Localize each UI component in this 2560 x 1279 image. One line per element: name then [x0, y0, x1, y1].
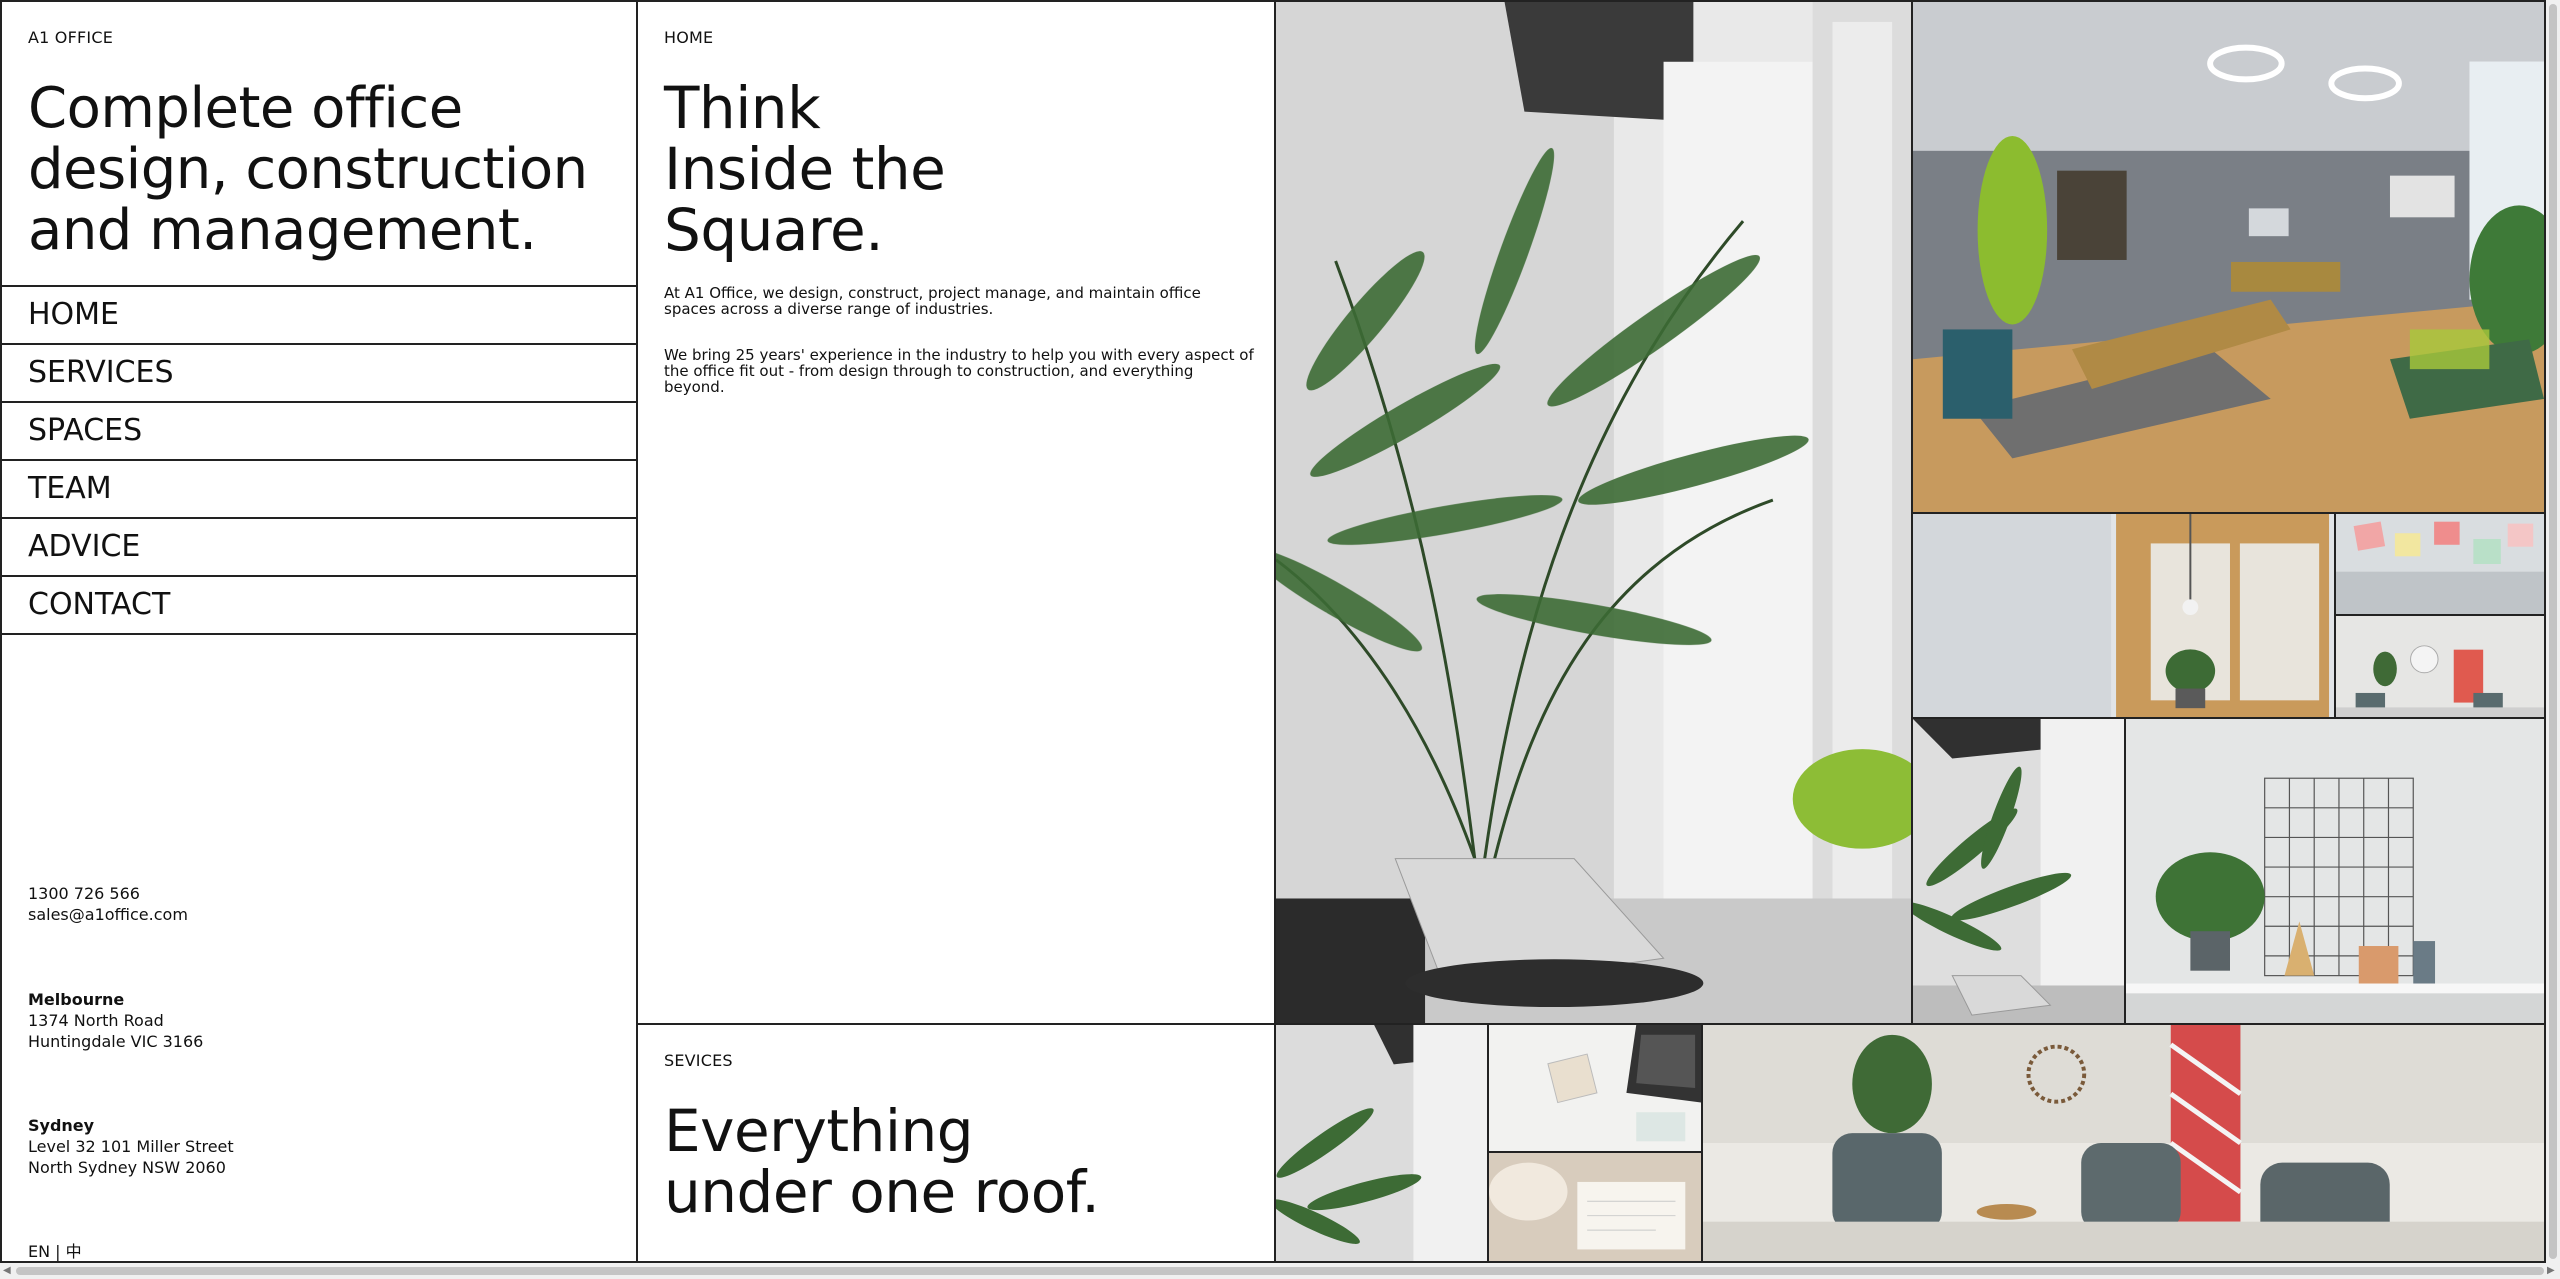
meeting-room-image [2336, 616, 2544, 717]
photo-meeting-room [2334, 614, 2546, 719]
photo-plant-corner [1274, 1023, 1489, 1263]
office-address-line: Huntingdale VIC 3166 [28, 1032, 204, 1051]
page: A1 OFFICE Complete office design, constr… [0, 0, 2546, 1263]
grey-chairs-image [1703, 1025, 2544, 1261]
office-city: Melbourne [28, 990, 125, 1009]
grid-wall-image [2126, 719, 2544, 1023]
brand-logo-text[interactable]: A1 OFFICE [28, 28, 113, 47]
headline-line: under one roof. [664, 1158, 1100, 1226]
home-headline: Think Inside the Square. [664, 74, 946, 264]
nav-contact[interactable]: CONTACT [2, 575, 636, 635]
lang-separator: | [55, 1242, 61, 1261]
nav-spaces[interactable]: SPACES [2, 401, 636, 459]
services-headline: Everything under one roof. [664, 1097, 1100, 1226]
contact-block: 1300 726 566 sales@a1office.com [28, 883, 188, 925]
wood-cabinet-image [1913, 514, 2334, 717]
home-section: HOME Think Inside the Square. At A1 Offi… [636, 0, 1276, 1025]
services-section: SEVICES Everything under one roof. [636, 1023, 1276, 1263]
tagline: Complete office design, construction and… [28, 76, 588, 263]
scroll-left-icon[interactable]: ◀ [3, 1266, 13, 1276]
horizontal-scroll-thumb[interactable] [16, 1267, 2544, 1275]
email-link[interactable]: sales@a1office.com [28, 904, 188, 925]
office-address-line: North Sydney NSW 2060 [28, 1158, 226, 1177]
vertical-scroll-thumb[interactable] [2549, 4, 2557, 1259]
scroll-right-icon[interactable]: ▶ [2547, 1266, 2557, 1276]
photo-sticky-notes [2334, 512, 2546, 616]
photo-plant-window [1911, 717, 2126, 1025]
section-eyebrow: HOME [664, 28, 714, 47]
lang-zh[interactable]: 中 [66, 1242, 82, 1261]
photo-desk-laptop [1487, 1023, 1703, 1153]
writing-image [1489, 1153, 1701, 1261]
photo-wood-cabinet [1911, 512, 2336, 719]
office-address-line: Level 32 101 Miller Street [28, 1137, 234, 1156]
photo-writing [1487, 1151, 1703, 1263]
language-switcher: EN | 中 [28, 1238, 82, 1261]
plant-corner-image [1276, 1025, 1487, 1261]
photo-grey-chairs [1701, 1023, 2546, 1263]
experience-paragraph: We bring 25 years' experience in the ind… [664, 346, 1254, 396]
lounge-image [1913, 2, 2544, 512]
photo-grid-wall [2124, 717, 2546, 1025]
phone-link[interactable]: 1300 726 566 [28, 883, 188, 904]
horizontal-scrollbar[interactable]: ◀ ▶ [0, 1263, 2560, 1279]
section-eyebrow: SEVICES [664, 1051, 733, 1070]
sidebar: A1 OFFICE Complete office design, constr… [0, 0, 638, 1263]
palm-laptop-image [1276, 2, 1911, 1023]
nav-team[interactable]: TEAM [2, 459, 636, 517]
headline-line: Think [664, 74, 821, 142]
nav-services[interactable]: SERVICES [2, 343, 636, 401]
office-melbourne: Melbourne 1374 North Road Huntingdale VI… [28, 989, 203, 1052]
intro-paragraph: At A1 Office, we design, construct, proj… [664, 284, 1201, 318]
main-nav: HOME SERVICES SPACES TEAM ADVICE CONTACT [2, 285, 636, 635]
photo-lounge [1911, 0, 2546, 514]
desk-laptop-image [1489, 1025, 1701, 1151]
office-city: Sydney [28, 1116, 95, 1135]
headline-line: Inside the [664, 135, 946, 203]
sticky-notes-image [2336, 514, 2544, 614]
photo-palm-laptop [1274, 0, 1913, 1025]
nav-home[interactable]: HOME [2, 285, 636, 343]
vertical-scrollbar[interactable] [2546, 0, 2560, 1263]
nav-advice[interactable]: ADVICE [2, 517, 636, 575]
headline-line: Square. [664, 196, 884, 264]
plant-window-image [1913, 719, 2124, 1023]
lang-en[interactable]: EN [28, 1242, 50, 1261]
office-address-line: 1374 North Road [28, 1011, 164, 1030]
headline-line: Everything [664, 1097, 974, 1165]
office-sydney: Sydney Level 32 101 Miller Street North … [28, 1115, 234, 1178]
